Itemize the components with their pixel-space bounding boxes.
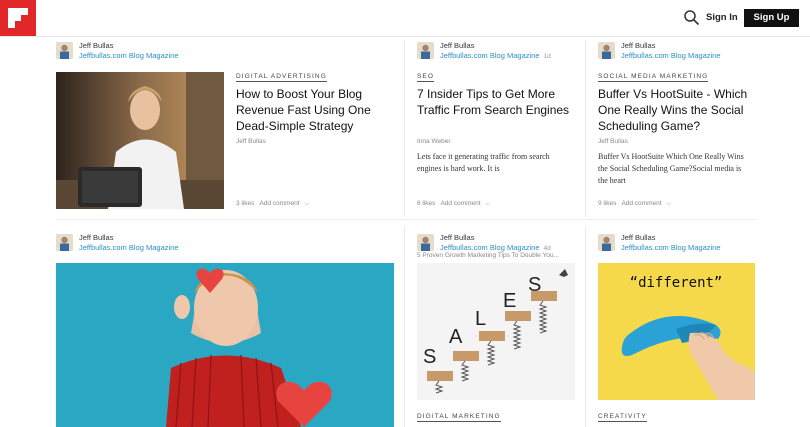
post-time: 1d bbox=[543, 53, 551, 60]
article-image[interactable] bbox=[56, 263, 394, 427]
article-author: Inna Weber bbox=[417, 138, 451, 145]
column-divider bbox=[404, 226, 405, 427]
author-name[interactable]: Jeff Bullas bbox=[621, 233, 655, 242]
column-divider bbox=[585, 226, 586, 427]
topic-tag[interactable]: DIGITAL MARKETING bbox=[417, 413, 501, 422]
author-name[interactable]: Jeff Bullas bbox=[440, 233, 474, 242]
column-divider bbox=[585, 40, 586, 217]
author-name[interactable]: Jeff Bullas bbox=[79, 233, 113, 242]
add-comment-link[interactable]: Add comment bbox=[259, 200, 299, 207]
article-title[interactable]: Buffer Vs HootSuite - Which One Really W… bbox=[598, 86, 756, 134]
source-link[interactable]: Jeffbullas.com Blog Magazine bbox=[621, 243, 721, 252]
sign-up-button[interactable]: Sign Up bbox=[744, 9, 799, 27]
row-divider bbox=[56, 219, 756, 220]
sign-in-link[interactable]: Sign In bbox=[706, 12, 738, 23]
avatar[interactable] bbox=[417, 42, 434, 59]
chevron-down-icon[interactable]: ⌵ bbox=[666, 200, 671, 207]
search-icon[interactable] bbox=[683, 9, 701, 27]
article-excerpt: Buffer Vs HootSuite Which One Really Win… bbox=[598, 152, 744, 185]
article-image[interactable]: “different” bbox=[598, 263, 755, 400]
likes-count[interactable]: 3 likes bbox=[236, 200, 254, 207]
card-meta: 6 likes Add comment ⌵ bbox=[417, 200, 490, 208]
column-divider bbox=[404, 40, 405, 217]
image-letter: S bbox=[423, 346, 436, 368]
card-meta: 3 likes Add comment ⌵ bbox=[236, 200, 309, 208]
likes-count[interactable]: 6 likes bbox=[417, 200, 435, 207]
image-caption: “different” bbox=[630, 275, 723, 291]
article-title[interactable]: How to Boost Your Blog Revenue Fast Usin… bbox=[236, 86, 394, 134]
image-letter: S bbox=[528, 274, 541, 296]
avatar[interactable] bbox=[598, 234, 615, 251]
avatar[interactable] bbox=[417, 234, 434, 251]
post-time: 4d bbox=[543, 245, 551, 252]
author-name[interactable]: Jeff Bullas bbox=[621, 41, 655, 50]
add-comment-link[interactable]: Add comment bbox=[440, 200, 480, 207]
article-title[interactable]: 7 Insider Tips to Get More Traffic From … bbox=[417, 86, 575, 118]
author-name[interactable]: Jeff Bullas bbox=[440, 41, 474, 50]
chevron-down-icon[interactable]: ⌵ bbox=[304, 200, 309, 207]
topic-tag[interactable]: SOCIAL MEDIA MARKETING bbox=[598, 73, 709, 82]
source-link[interactable]: Jeffbullas.com Blog Magazine 1d bbox=[440, 51, 551, 60]
top-bar: Sign In Sign Up bbox=[0, 0, 810, 37]
card-meta: 9 likes Add comment ⌵ bbox=[598, 200, 671, 208]
article-excerpt: Lets face it generating traffic from sea… bbox=[417, 152, 550, 173]
article-author: Jeff Bullas bbox=[236, 138, 266, 145]
image-letter: L bbox=[475, 308, 486, 330]
source-link[interactable]: Jeffbullas.com Blog Magazine bbox=[79, 51, 179, 60]
topic-tag[interactable]: CREATIVITY bbox=[598, 413, 647, 422]
article-image[interactable] bbox=[56, 72, 224, 209]
avatar[interactable] bbox=[56, 42, 73, 59]
image-letter: E bbox=[503, 290, 516, 312]
article-image[interactable]: S A L E S bbox=[417, 263, 575, 400]
source-link[interactable]: Jeffbullas.com Blog Magazine bbox=[621, 51, 721, 60]
image-letter: A bbox=[449, 326, 463, 348]
add-comment-link[interactable]: Add comment bbox=[621, 200, 661, 207]
chevron-down-icon[interactable]: ⌵ bbox=[485, 200, 490, 207]
topic-tag[interactable]: SEO bbox=[417, 73, 435, 82]
avatar[interactable] bbox=[598, 42, 615, 59]
avatar[interactable] bbox=[56, 234, 73, 251]
article-subtitle[interactable]: 5 Proven Growth Marketing Tips To Double… bbox=[417, 252, 559, 259]
likes-count[interactable]: 9 likes bbox=[598, 200, 616, 207]
topic-tag[interactable]: DIGITAL ADVERTISING bbox=[236, 73, 327, 82]
source-link[interactable]: Jeffbullas.com Blog Magazine bbox=[79, 243, 179, 252]
source-link[interactable]: Jeffbullas.com Blog Magazine 4d bbox=[440, 243, 551, 252]
author-name[interactable]: Jeff Bullas bbox=[79, 41, 113, 50]
article-author: Jeff Bullas bbox=[598, 138, 628, 145]
flipboard-logo[interactable] bbox=[0, 0, 36, 36]
